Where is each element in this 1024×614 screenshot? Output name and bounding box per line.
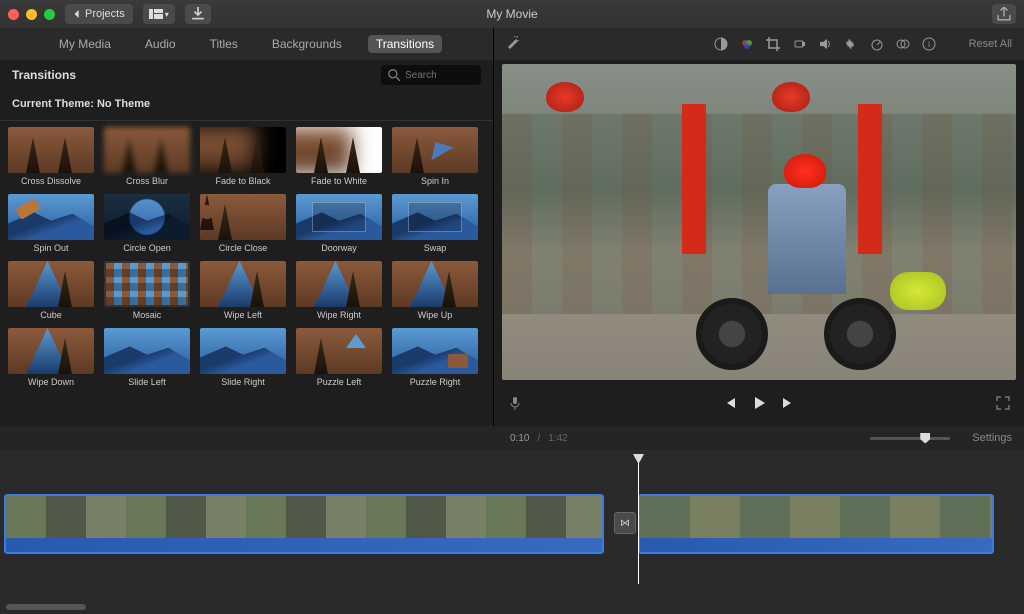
transition-doorway[interactable]: Doorway [296,194,382,253]
media-library-pane: My Media Audio Titles Backgrounds Transi… [0,28,494,426]
reset-all-button[interactable]: Reset All [969,38,1012,50]
preview-pane: i Reset All [494,28,1024,426]
speed-icon[interactable] [869,36,885,52]
transitions-grid: Cross Dissolve Cross Blur Fade to Black … [0,121,493,426]
import-button[interactable] [185,4,211,24]
transition-slide-right[interactable]: Slide Right [200,328,286,387]
search-icon [387,68,401,82]
tab-audio[interactable]: Audio [137,35,184,53]
titlebar: Projects ▾ My Movie [0,0,1024,28]
info-icon[interactable]: i [921,36,937,52]
zoom-window-icon[interactable] [44,9,55,20]
transition-wipe-up[interactable]: Wipe Up [392,261,478,320]
clip-filter-icon[interactable] [895,36,911,52]
current-theme-label: Current Theme: No Theme [0,90,493,121]
color-balance-icon[interactable] [713,36,729,52]
transition-fade-to-black[interactable]: Fade to Black [200,127,286,186]
transition-puzzle-left[interactable]: Puzzle Left [296,328,382,387]
magic-wand-icon[interactable] [506,35,520,54]
media-tabs: My Media Audio Titles Backgrounds Transi… [0,28,493,60]
transition-wipe-left[interactable]: Wipe Left [200,261,286,320]
window-controls [8,9,55,20]
timeline-clip[interactable] [638,494,994,554]
svg-text:i: i [928,40,930,49]
color-correction-icon[interactable] [739,36,755,52]
transport-bar [494,384,1024,426]
tab-titles[interactable]: Titles [202,35,246,53]
transition-spin-in[interactable]: Spin In [392,127,478,186]
settings-button[interactable]: Settings [972,432,1012,444]
preview-viewer[interactable] [502,64,1016,380]
zoom-slider[interactable] [870,437,950,440]
library-view-toggle[interactable]: ▾ [143,4,175,24]
share-button[interactable] [992,4,1016,24]
transition-cross-dissolve[interactable]: Cross Dissolve [8,127,94,186]
noise-reduction-icon[interactable] [843,36,859,52]
tab-transitions[interactable]: Transitions [368,35,442,53]
adjustment-toolbar: i Reset All [494,28,1024,60]
close-window-icon[interactable] [8,9,19,20]
crop-icon[interactable] [765,36,781,52]
prev-button[interactable] [722,396,736,415]
transition-swap[interactable]: Swap [392,194,478,253]
tab-my-media[interactable]: My Media [51,35,119,53]
video-track[interactable] [0,494,994,558]
transition-slide-left[interactable]: Slide Left [104,328,190,387]
transition-cross-blur[interactable]: Cross Blur [104,127,190,186]
preview-frame [502,64,1016,380]
timeline[interactable]: ⋈ [0,450,1024,614]
voiceover-mic-icon[interactable] [508,396,522,415]
stabilization-icon[interactable] [791,36,807,52]
back-label: Projects [85,8,125,20]
search-input[interactable] [405,70,475,81]
time-ruler-bar: 0:10 / 1:42 Settings [0,426,1024,450]
timeline-clip[interactable] [4,494,604,554]
minimize-window-icon[interactable] [26,9,37,20]
transition-fade-to-white[interactable]: Fade to White [296,127,382,186]
transition-circle-open[interactable]: Circle Open [104,194,190,253]
transition-spin-out[interactable]: Spin Out [8,194,94,253]
next-button[interactable] [782,396,796,415]
transition-circle-close[interactable]: Circle Close [200,194,286,253]
back-to-projects-button[interactable]: Projects [65,4,133,24]
transition-cube[interactable]: Cube [8,261,94,320]
transition-puzzle-right[interactable]: Puzzle Right [392,328,478,387]
current-time: 0:10 [510,433,529,444]
library-title: Transitions [12,68,76,82]
fullscreen-icon[interactable] [996,396,1010,415]
transition-marker[interactable]: ⋈ [614,512,636,534]
tab-backgrounds[interactable]: Backgrounds [264,35,350,53]
horizontal-scrollbar[interactable] [6,604,86,610]
search-field[interactable] [381,65,481,85]
play-button[interactable] [752,396,766,415]
volume-icon[interactable] [817,36,833,52]
transition-wipe-down[interactable]: Wipe Down [8,328,94,387]
transition-mosaic[interactable]: Mosaic [104,261,190,320]
transition-wipe-right[interactable]: Wipe Right [296,261,382,320]
total-time: 1:42 [548,433,567,444]
playhead[interactable] [638,454,639,584]
